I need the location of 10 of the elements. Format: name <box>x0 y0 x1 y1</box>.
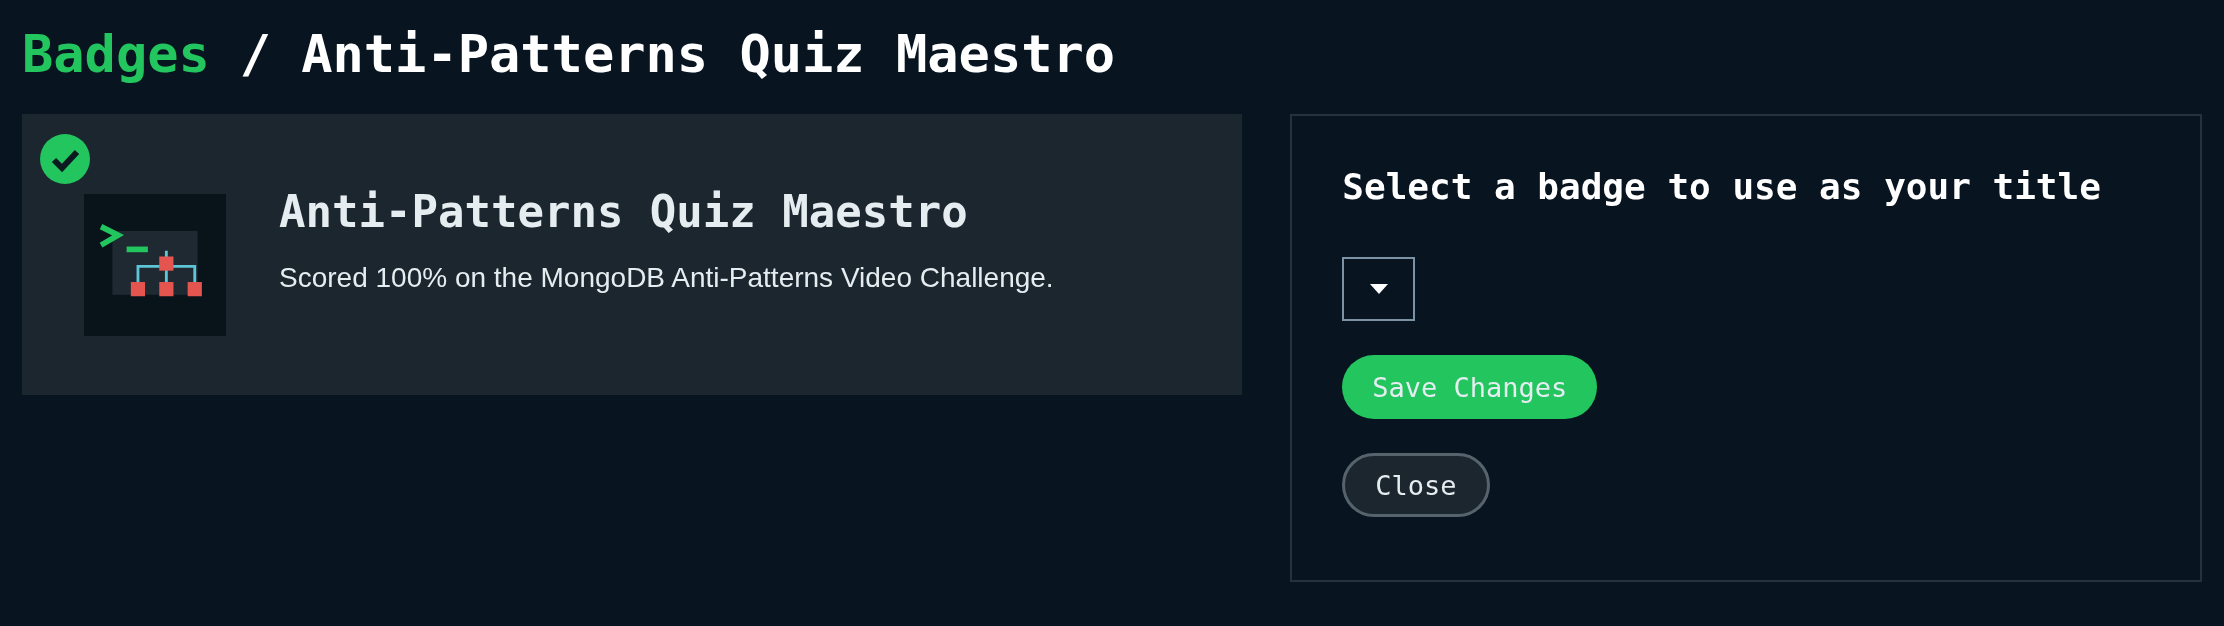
caret-icon <box>1369 284 1388 294</box>
badge-title: Anti-Patterns Quiz Maestro <box>279 186 969 237</box>
panel-heading: Select a badge to use as your title <box>1342 166 2102 207</box>
badge-description: Scored 100% on the MongoDB Anti-Patterns Video Challenge. <box>279 261 1055 295</box>
breadcrumb-link[interactable]: Badges <box>22 24 210 84</box>
page-title: Anti-Patterns Quiz Maestro <box>301 24 1116 84</box>
close-button[interactable]: Close <box>1342 453 1490 517</box>
badge-icon <box>84 194 226 336</box>
badge-dropdown[interactable] <box>1342 257 1416 321</box>
breadcrumb-separator: / <box>239 24 272 84</box>
